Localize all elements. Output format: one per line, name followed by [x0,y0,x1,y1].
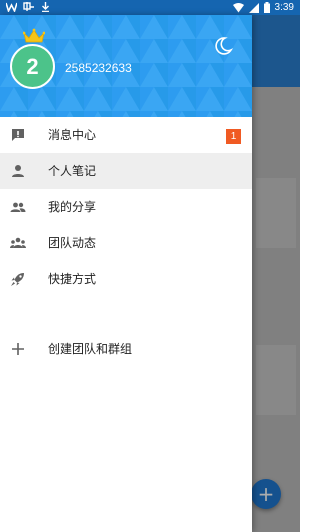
crown-icon [23,28,45,43]
team-icon [10,237,26,248]
menu-item-my-shares[interactable]: 我的分享 [0,189,252,225]
menu-label-shortcuts: 快捷方式 [48,272,97,286]
menu-item-personal-notes[interactable]: 个人笔记 [0,153,252,189]
download-icon [42,2,49,12]
message-icon [12,129,24,141]
drawer-header: 2 2585232633 [0,15,252,117]
menu-item-message-center[interactable]: 消息中心 1 [0,117,252,153]
status-time: 3:39 [274,2,294,13]
menu-label-personal-notes: 个人笔记 [48,164,97,178]
menu-label-message-center: 消息中心 [48,128,97,142]
menu-item-team-updates[interactable]: 团队动态 [0,225,252,261]
menu-label-create-team: 创建团队和群组 [48,342,133,356]
user-id: 2585232633 [65,61,132,75]
app-w-icon [6,2,17,12]
battery-icon [263,2,270,13]
plus-icon [12,343,24,355]
menu-label-my-shares: 我的分享 [48,200,97,214]
unread-badge: 1 [226,129,241,144]
avatar[interactable]: 2 [10,44,55,89]
app-notification-icon [23,2,34,11]
wifi-icon [232,2,244,12]
rocket-icon [11,273,24,286]
signal-icon [248,2,259,13]
status-bar: 3:39 [0,0,300,15]
person-icon [12,165,24,177]
share-people-icon [10,202,26,212]
navigation-drawer: 2 2585232633 消息中心 1 个人笔记 我的分享 团队动态 快捷方式 … [0,15,252,532]
menu-item-create-team[interactable]: 创建团队和群组 [0,331,252,367]
drawer-menu: 消息中心 1 个人笔记 我的分享 团队动态 快捷方式 创建团队和群组 [0,117,252,367]
menu-label-team-updates: 团队动态 [48,236,97,250]
menu-item-shortcuts[interactable]: 快捷方式 [0,261,252,297]
menu-divider-space [0,297,252,331]
moon-icon[interactable] [212,35,234,57]
